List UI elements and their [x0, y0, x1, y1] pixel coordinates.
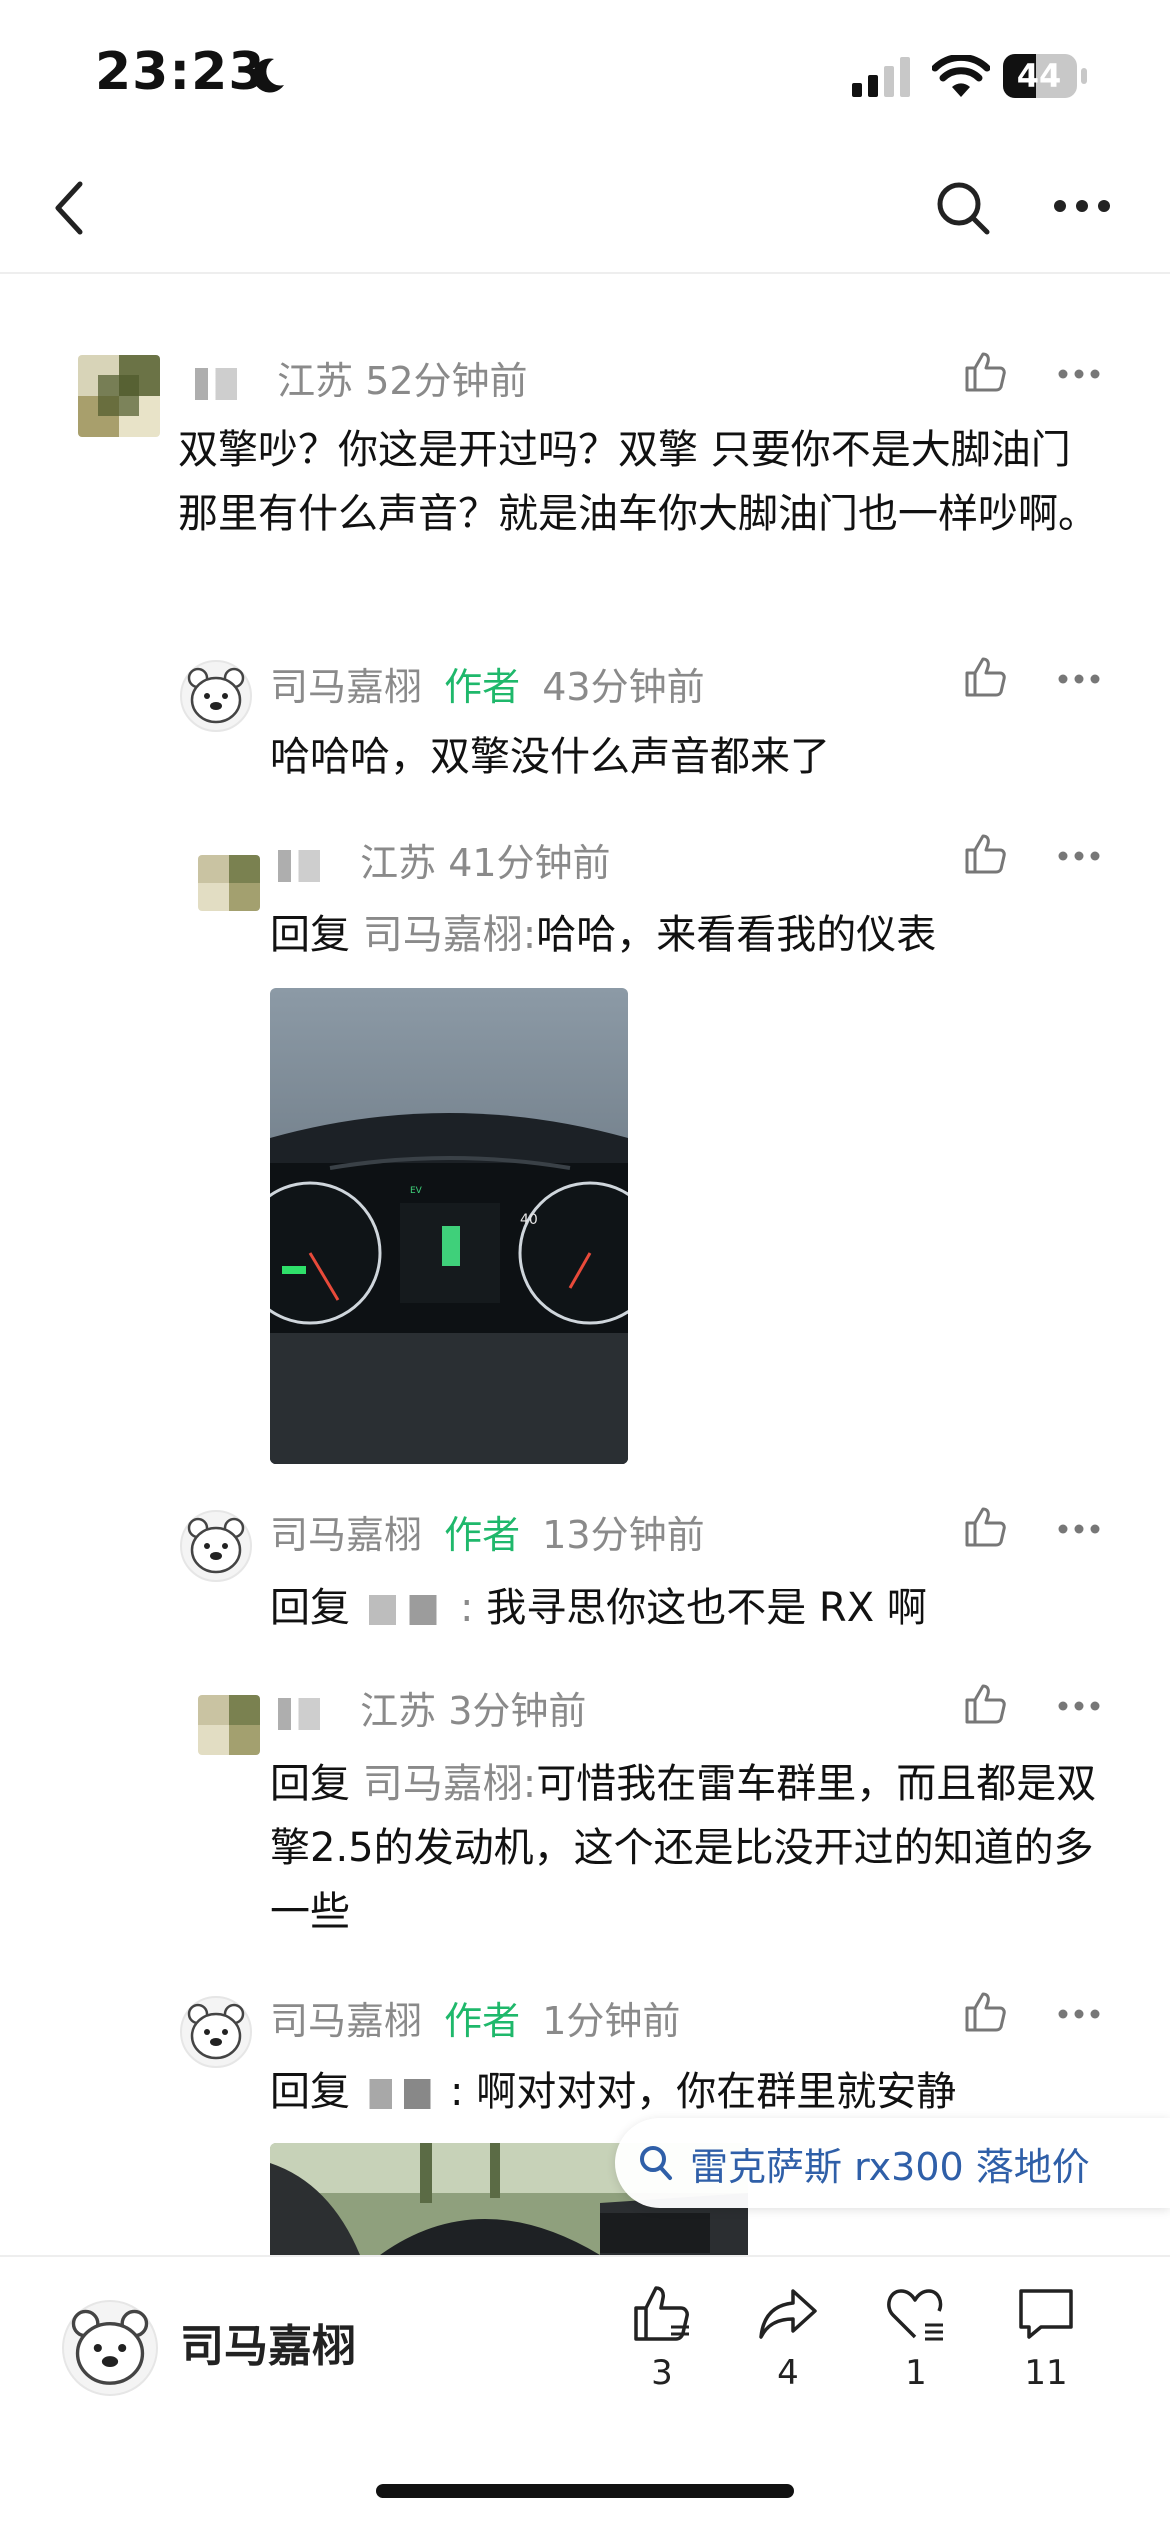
- comment-meta: 司马嘉栩 作者 43分钟前: [270, 656, 705, 711]
- comment-text: 哈哈哈，双擎没什么声音都来了: [270, 734, 830, 780]
- favorite-button[interactable]: 1: [876, 2283, 956, 2393]
- reply-to-masked[interactable]: [360, 1595, 450, 1625]
- favorite-count: 1: [905, 2353, 927, 2393]
- cellular-signal-icon: [852, 57, 910, 97]
- comment-meta: 司马嘉栩 作者 13分钟前: [270, 1504, 705, 1559]
- comment-more-icon[interactable]: [1057, 368, 1101, 380]
- comment-meta: 江苏 3分钟前: [278, 1680, 586, 1735]
- reply-to-masked[interactable]: [360, 2079, 440, 2109]
- comment-author-name[interactable]: 司马嘉栩: [270, 1999, 422, 2043]
- reply-label: 回复: [270, 1761, 350, 1807]
- comment-more-icon[interactable]: [1057, 850, 1101, 862]
- like-icon[interactable]: [963, 832, 1007, 876]
- comment-more-icon[interactable]: [1057, 1700, 1101, 1712]
- back-icon[interactable]: [50, 178, 86, 238]
- comment-time: 3分钟前: [448, 1689, 587, 1733]
- comment-text: 回复: 啊对对对，你在群里就安静: [270, 2069, 957, 2115]
- reply-text: 哈哈，来看看我的仪表: [536, 912, 937, 958]
- comment-meta: 司马嘉栩 作者 1分钟前: [270, 1990, 680, 2045]
- comment-time: 43分钟前: [542, 665, 705, 709]
- dashboard-photo[interactable]: 40 EV: [270, 988, 628, 1464]
- like-icon[interactable]: [963, 350, 1007, 394]
- author-avatar-large[interactable]: [62, 2300, 158, 2396]
- like-count: 3: [651, 2353, 673, 2393]
- comment-bubble-icon: [1019, 2289, 1073, 2339]
- comment-location: 江苏: [277, 359, 354, 403]
- svg-text:EV: EV: [410, 1186, 423, 1196]
- home-indicator: [376, 2484, 794, 2498]
- instrument-cluster-image: 40 EV: [270, 988, 628, 1464]
- comment-author-name[interactable]: 司马嘉栩: [270, 665, 422, 709]
- like-button[interactable]: 3: [622, 2283, 702, 2393]
- comment-more-icon[interactable]: [1057, 2008, 1101, 2020]
- battery-indicator: 44: [1003, 54, 1089, 98]
- bear-face-icon: [187, 1517, 245, 1574]
- comment-time: 13分钟前: [542, 1513, 705, 1557]
- share-icon: [759, 2289, 817, 2339]
- comment-more-icon[interactable]: [1057, 1523, 1101, 1535]
- more-icon[interactable]: [1053, 198, 1111, 214]
- username-masked[interactable]: [278, 1697, 338, 1730]
- comment-meta: 江苏 41分钟前: [278, 832, 611, 887]
- reply-to-name[interactable]: 司马嘉栩:: [363, 1761, 536, 1807]
- author-badge: 作者: [444, 665, 521, 709]
- comment-count: 11: [1024, 2353, 1068, 2393]
- bear-face-icon: [187, 667, 245, 724]
- like-icon[interactable]: [963, 655, 1007, 699]
- bear-face-icon: [187, 2003, 245, 2060]
- author-avatar[interactable]: [180, 1996, 252, 2068]
- search-suggestion[interactable]: 雷克萨斯 rx300 落地价: [615, 2118, 1170, 2208]
- svg-text:40: 40: [520, 1212, 538, 1228]
- author-badge: 作者: [444, 1999, 521, 2043]
- comment-author-name[interactable]: 司马嘉栩: [270, 1513, 422, 1557]
- comment-time: 52分钟前: [365, 359, 528, 403]
- search-icon[interactable]: [935, 180, 991, 236]
- like-icon[interactable]: [963, 1682, 1007, 1726]
- like-icon[interactable]: [963, 1990, 1007, 2034]
- avatar[interactable]: [198, 855, 260, 911]
- search-icon: [640, 2146, 672, 2180]
- comment-location: 江苏: [360, 841, 437, 885]
- post-author-name[interactable]: 司马嘉栩: [180, 2310, 356, 2374]
- comment-text: 回复: 我寻思你这也不是 RX 啊: [270, 1585, 927, 1631]
- comment-meta: 江苏 52分钟前: [195, 350, 528, 405]
- reply-text: 我寻思你这也不是 RX 啊: [486, 1585, 927, 1631]
- reply-label: 回复: [270, 1585, 350, 1631]
- reply-label: 回复: [270, 2069, 350, 2115]
- username-masked[interactable]: [195, 367, 255, 400]
- avatar[interactable]: [78, 355, 160, 437]
- comment-time: 41分钟前: [448, 841, 611, 885]
- reply-text: 啊对对对，你在群里就安静: [476, 2069, 957, 2115]
- comment-location: 江苏: [360, 1689, 437, 1733]
- heart-icon: [887, 2289, 943, 2341]
- author-avatar[interactable]: [180, 1510, 252, 1582]
- bear-face-icon: [71, 2309, 149, 2385]
- status-time: 23:23: [95, 42, 266, 102]
- like-icon[interactable]: [963, 1505, 1007, 1549]
- comment-text: 回复 司马嘉栩:哈哈，来看看我的仪表: [270, 903, 1130, 967]
- author-badge: 作者: [444, 1513, 521, 1557]
- comment-text: 回复 司马嘉栩:可惜我在雷车群里，而且都是双擎2.5的发动机，这个还是比没开过的…: [270, 1752, 1100, 1944]
- battery-level: 44: [1016, 57, 1062, 95]
- comment-time: 1分钟前: [542, 1999, 681, 2043]
- comment-button[interactable]: 11: [1006, 2283, 1086, 2393]
- comment-more-icon[interactable]: [1057, 673, 1101, 685]
- author-avatar[interactable]: [180, 660, 252, 732]
- thumbs-up-icon: [634, 2286, 689, 2341]
- header-divider: [0, 272, 1170, 274]
- reply-label: 回复: [270, 912, 350, 958]
- reply-to-name[interactable]: 司马嘉栩:: [363, 912, 536, 958]
- search-suggestion-text: 雷克萨斯 rx300 落地价: [690, 2145, 1090, 2189]
- avatar[interactable]: [198, 1695, 260, 1755]
- wifi-icon: [932, 55, 990, 97]
- moon-icon: [252, 58, 284, 93]
- comment-text: 双擎吵？你这是开过吗？双擎 只要你不是大脚油门那里有什么声音？就是油车你大脚油门…: [178, 427, 1098, 537]
- share-count: 4: [777, 2353, 799, 2393]
- username-masked[interactable]: [278, 849, 338, 882]
- share-button[interactable]: 4: [748, 2283, 828, 2393]
